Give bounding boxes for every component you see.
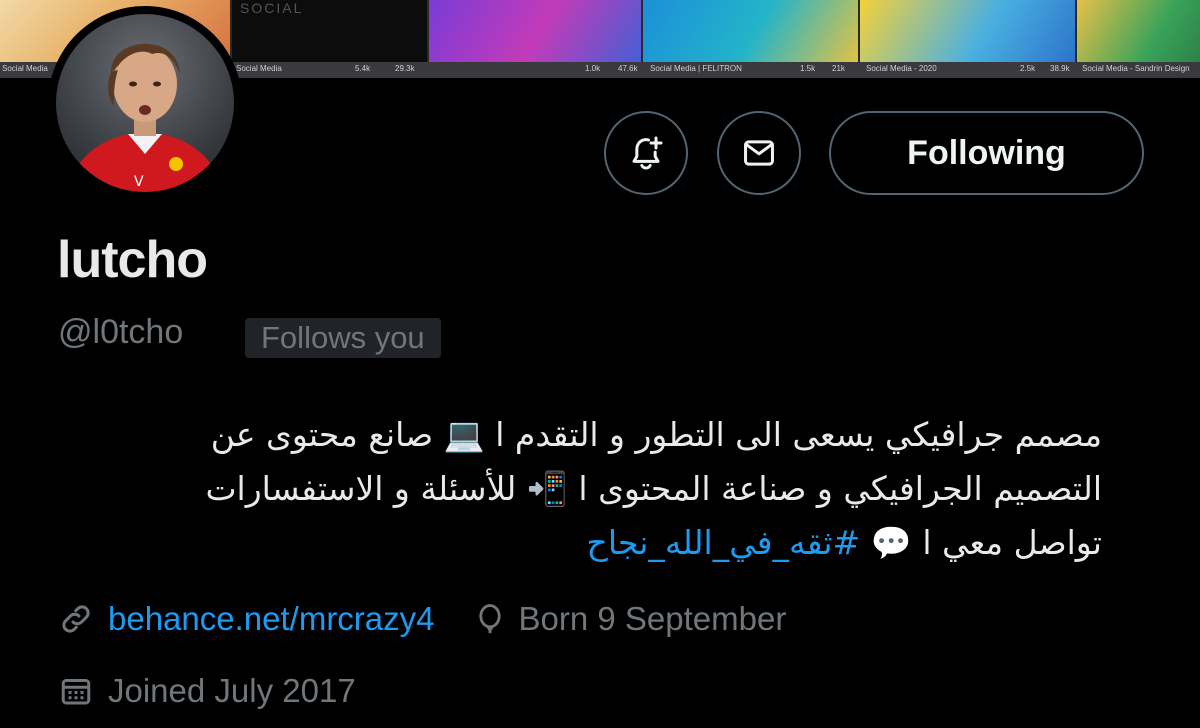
bell-plus-icon bbox=[632, 136, 663, 170]
birthday-text: Born 9 September bbox=[518, 600, 787, 637]
joined-date: Joined July 2017 bbox=[108, 672, 356, 709]
bio-text: التصميم الجرافيكي و صناعة المحتوى ا bbox=[578, 469, 1102, 508]
hashtag-link[interactable]: #ثقه_في_الله_نجاح bbox=[587, 523, 861, 562]
profile-bio: مصمم جرافيكي يسعى الى التطور و التقدم ا … bbox=[40, 408, 1102, 570]
follows-you-badge: Follows you bbox=[245, 318, 441, 358]
banner-caption: Social Media bbox=[2, 64, 48, 73]
svg-text:V: V bbox=[134, 174, 144, 190]
bio-line-1: مصمم جرافيكي يسعى الى التطور و التقدم ا … bbox=[40, 408, 1102, 462]
avatar-portrait: V bbox=[66, 43, 224, 192]
bio-line-3: تواصل معي ا 💬 #ثقه_في_الله_نجاح bbox=[40, 516, 1102, 570]
banner-stat: 1.0k bbox=[585, 64, 601, 73]
bio-text: تواصل معي ا bbox=[922, 523, 1102, 562]
user-handle: @l0tcho bbox=[58, 313, 184, 351]
bio-text: للأسئلة و الاستفسارات bbox=[205, 469, 517, 508]
following-button[interactable]: Following bbox=[829, 111, 1144, 195]
laptop-icon: 💻 bbox=[443, 415, 485, 454]
banner-caption: Social Media - 2020 bbox=[866, 64, 937, 73]
envelope-icon bbox=[744, 140, 774, 166]
banner-stat: 38.9k bbox=[1050, 64, 1070, 73]
website-link[interactable]: behance.net/mrcrazy4 bbox=[108, 600, 435, 638]
profile-meta-row: behance.net/mrcrazy4 Born 9 September bbox=[58, 600, 786, 638]
banner-text: SOCIAL bbox=[240, 0, 304, 16]
banner-caption: Social Media | FELITRON bbox=[650, 64, 742, 73]
banner-stat: 29.3k bbox=[395, 64, 415, 73]
calendar-icon bbox=[61, 679, 91, 705]
banner-stat: 5.4k bbox=[355, 64, 371, 73]
link-icon bbox=[62, 605, 90, 633]
banner-caption: Social Media - Sandrin Design bbox=[1082, 64, 1190, 73]
profile-meta-row: Joined July 2017 bbox=[58, 672, 356, 710]
banner-stat: 2.5k bbox=[1020, 64, 1036, 73]
banner-stat: 47.6k bbox=[618, 64, 638, 73]
bio-line-2: التصميم الجرافيكي و صناعة المحتوى ا 📲 لل… bbox=[40, 462, 1102, 516]
bio-text: مصمم جرافيكي يسعى الى التطور و التقدم ا bbox=[495, 415, 1102, 454]
avatar-frame: V bbox=[48, 6, 242, 200]
bio-text: صانع محتوى عن bbox=[210, 415, 434, 454]
message-button[interactable] bbox=[717, 111, 801, 195]
banner-stat: 21k bbox=[832, 64, 845, 73]
banner-caption: Social Media bbox=[236, 64, 282, 73]
display-name: lutcho bbox=[57, 231, 208, 289]
balloon-icon bbox=[478, 604, 501, 634]
phone-icon: 📲 bbox=[526, 469, 568, 508]
banner-stat: 1.5k bbox=[800, 64, 816, 73]
avatar[interactable]: V bbox=[56, 14, 234, 192]
notify-button[interactable] bbox=[604, 111, 688, 195]
speech-bubble-icon: 💬 bbox=[870, 523, 912, 562]
